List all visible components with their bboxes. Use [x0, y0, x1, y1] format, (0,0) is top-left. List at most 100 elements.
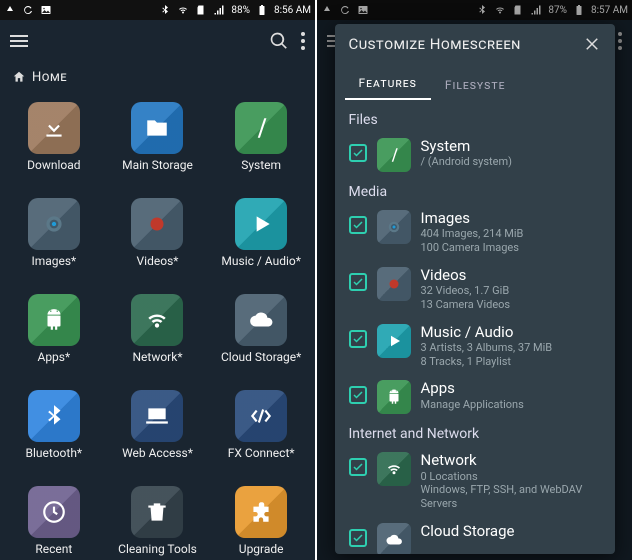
- overflow-button[interactable]: [301, 32, 305, 50]
- battery-pct: 88%: [231, 5, 250, 16]
- section-internet-and-network: Internet and Network: [339, 420, 611, 446]
- tile-label: Videos*: [137, 254, 179, 268]
- upgrade-icon: [235, 486, 287, 538]
- tile-label: Main Storage: [122, 158, 193, 172]
- apps-icon: [377, 380, 411, 414]
- battery-icon: [256, 4, 268, 16]
- checkbox[interactable]: [349, 386, 367, 404]
- videos-icon: [131, 198, 183, 250]
- tile-label: Download: [27, 158, 80, 172]
- row-subtitle: / (Android system): [421, 155, 601, 169]
- row-subtitle: 3 Artists, 3 Albums, 37 MiB8 Tracks, 1 P…: [421, 341, 601, 369]
- tile-images[interactable]: Images*: [4, 192, 104, 284]
- section-media: Media: [339, 178, 611, 204]
- tile-label: Images*: [31, 254, 76, 268]
- checkbox[interactable]: [349, 216, 367, 234]
- breadcrumb-label: Home: [32, 70, 67, 85]
- tile-web-access[interactable]: Web Access*: [108, 384, 208, 476]
- tile-label: Network*: [132, 350, 182, 364]
- tile-label: Apps*: [37, 350, 70, 364]
- tile-label: Upgrade: [239, 542, 284, 556]
- row-subtitle: 404 Images, 214 MiB100 Camera Images: [421, 227, 601, 255]
- home-icon: [12, 70, 26, 84]
- left-screen: 88% 8:56 AM Home Download Main Storage S…: [0, 0, 315, 560]
- toolbar: [0, 20, 315, 62]
- tile-videos[interactable]: Videos*: [108, 192, 208, 284]
- row-music[interactable]: Music / Audio 3 Artists, 3 Albums, 37 Mi…: [339, 318, 611, 375]
- tile-network[interactable]: Network*: [108, 288, 208, 380]
- main-storage-icon: [131, 102, 183, 154]
- checkbox[interactable]: [349, 330, 367, 348]
- videos-icon: [377, 267, 411, 301]
- tile-label: Music / Audio*: [221, 254, 300, 268]
- menu-button[interactable]: [10, 35, 28, 47]
- status-bar: 88% 8:56 AM: [0, 0, 315, 20]
- dialog-overlay[interactable]: Customize Homescreen FeaturesFilesyste F…: [317, 0, 632, 560]
- tab-bar: FeaturesFilesyste: [335, 64, 615, 100]
- images-icon: [377, 210, 411, 244]
- row-subtitle: Manage Applications: [421, 398, 601, 412]
- home-grid: Download Main Storage System Images* Vid…: [0, 92, 315, 560]
- clock-text: 8:56 AM: [274, 5, 311, 16]
- row-videos[interactable]: Videos 32 Videos, 1.7 GiB13 Camera Video…: [339, 261, 611, 318]
- tile-label: Web Access*: [122, 446, 193, 460]
- tile-upgrade[interactable]: Upgrade: [211, 480, 311, 560]
- cloud-icon: [235, 294, 287, 346]
- network-icon: [377, 452, 411, 486]
- tile-apps[interactable]: Apps*: [4, 288, 104, 380]
- checkbox[interactable]: [349, 529, 367, 547]
- tile-label: System: [241, 158, 281, 172]
- images-icon: [28, 198, 80, 250]
- tile-cloud[interactable]: Cloud Storage*: [211, 288, 311, 380]
- web-access-icon: [131, 390, 183, 442]
- tile-label: Bluetooth*: [26, 446, 83, 460]
- feature-list: Files System / (Android system) Media Im…: [335, 100, 615, 554]
- row-system[interactable]: System / (Android system): [339, 132, 611, 178]
- bluetooth-icon: [28, 390, 80, 442]
- dialog-title: Customize Homescreen: [349, 35, 521, 53]
- row-subtitle: 0 LocationsWindows, FTP, SSH, and WebDAV…: [421, 470, 601, 511]
- tab-filesyste[interactable]: Filesyste: [431, 70, 520, 100]
- row-images[interactable]: Images 404 Images, 214 MiB100 Camera Ima…: [339, 204, 611, 261]
- row-network[interactable]: Network 0 LocationsWindows, FTP, SSH, an…: [339, 446, 611, 517]
- cleaning-icon: [131, 486, 183, 538]
- tile-label: Cleaning Tools: [118, 542, 197, 556]
- tile-main-storage[interactable]: Main Storage: [108, 96, 208, 188]
- section-files: Files: [339, 106, 611, 132]
- row-title: Network: [421, 452, 601, 469]
- tile-recent[interactable]: Recent: [4, 480, 104, 560]
- row-title: Videos: [421, 267, 601, 284]
- row-title: Music / Audio: [421, 324, 601, 341]
- checkbox[interactable]: [349, 273, 367, 291]
- apps-icon: [28, 294, 80, 346]
- sync-icon: [22, 4, 34, 16]
- music-icon: [235, 198, 287, 250]
- right-screen: 87% 8:57 AM Customize Homescreen Feature…: [317, 0, 632, 560]
- tile-label: Recent: [35, 542, 72, 556]
- tile-bluetooth[interactable]: Bluetooth*: [4, 384, 104, 476]
- tile-label: Cloud Storage*: [221, 350, 301, 364]
- breadcrumb[interactable]: Home: [0, 62, 315, 92]
- sd-icon: [195, 4, 207, 16]
- tab-features[interactable]: Features: [345, 68, 431, 100]
- tile-system[interactable]: System: [211, 96, 311, 188]
- network-icon: [131, 294, 183, 346]
- row-title: Images: [421, 210, 601, 227]
- close-button[interactable]: [583, 35, 601, 53]
- checkbox[interactable]: [349, 458, 367, 476]
- tile-cleaning[interactable]: Cleaning Tools: [108, 480, 208, 560]
- tile-music[interactable]: Music / Audio*: [211, 192, 311, 284]
- music-icon: [377, 324, 411, 358]
- search-button[interactable]: [269, 31, 289, 51]
- row-cloud[interactable]: Cloud Storage: [339, 517, 611, 554]
- checkbox[interactable]: [349, 144, 367, 162]
- system-icon: [377, 138, 411, 172]
- row-apps[interactable]: Apps Manage Applications: [339, 374, 611, 420]
- recent-icon: [28, 486, 80, 538]
- bluetooth-icon: [159, 4, 171, 16]
- row-title: Apps: [421, 380, 601, 397]
- tile-fx-connect[interactable]: FX Connect*: [211, 384, 311, 476]
- picture-icon: [40, 4, 52, 16]
- download-icon: [28, 102, 80, 154]
- tile-download[interactable]: Download: [4, 96, 104, 188]
